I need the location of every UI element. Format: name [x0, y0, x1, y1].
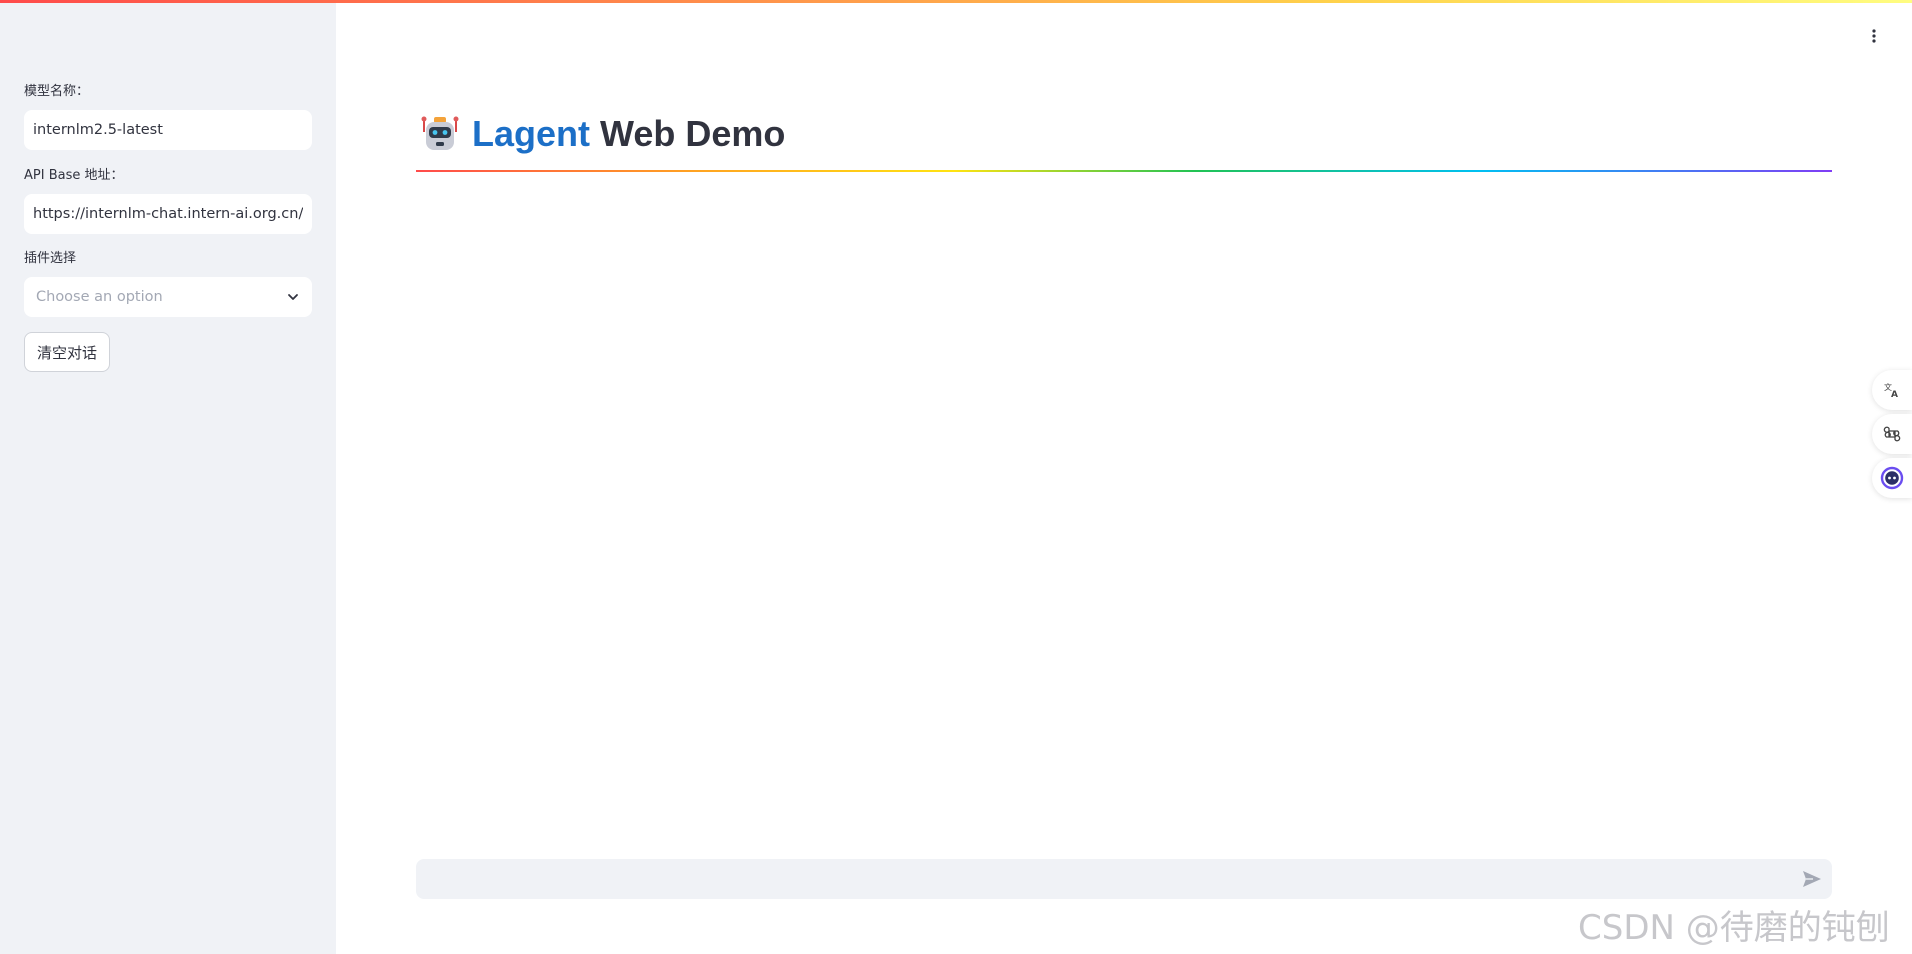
translate-icon: 文 A — [1884, 382, 1898, 399]
page-header: Lagent Web Demo — [416, 108, 1832, 172]
chat-input[interactable] — [416, 859, 1792, 899]
send-icon — [1803, 871, 1821, 887]
plugin-field: 插件选择 Choose an option — [24, 251, 312, 317]
plugin-select-placeholder: Choose an option — [36, 289, 163, 305]
page-title-accent: Lagent — [472, 113, 591, 154]
model-name-field: 模型名称： — [24, 84, 312, 150]
translate-button[interactable]: 文 A — [1872, 370, 1912, 410]
top-decoration-bar — [0, 0, 1912, 3]
api-base-input[interactable] — [24, 194, 312, 234]
api-base-label: API Base 地址： — [24, 168, 124, 183]
model-name-input[interactable] — [24, 110, 312, 150]
assistant-icon — [1880, 466, 1904, 490]
chevron-down-icon — [288, 294, 298, 300]
chat-input-container — [416, 859, 1832, 899]
plugin-select[interactable]: Choose an option — [24, 277, 312, 317]
command-icon — [1883, 426, 1901, 442]
api-base-field: API Base 地址： — [24, 168, 312, 234]
svg-text:A: A — [1891, 390, 1898, 399]
title-row: Lagent Web Demo — [416, 108, 1832, 160]
robot-icon — [421, 116, 459, 150]
send-button[interactable] — [1792, 859, 1832, 899]
clear-chat-button[interactable]: 清空对话 — [24, 332, 111, 372]
more-vertical-icon — [1872, 29, 1876, 43]
plugin-label: 插件选择 — [24, 251, 77, 266]
page-title: Lagent Web Demo — [472, 113, 785, 155]
command-button[interactable] — [1872, 414, 1912, 454]
assistant-button[interactable] — [1872, 458, 1912, 498]
model-name-label: 模型名称： — [24, 84, 90, 99]
page-title-rest: Web Demo — [590, 113, 786, 154]
title-divider — [416, 170, 1832, 172]
watermark: CSDN @待磨的钝刨 — [1578, 908, 1890, 948]
sidebar: 模型名称： API Base 地址： 插件选择 Choose an option… — [0, 0, 336, 954]
main-menu-button[interactable] — [1864, 22, 1884, 50]
floating-toolbar: 文 A — [1868, 370, 1912, 502]
